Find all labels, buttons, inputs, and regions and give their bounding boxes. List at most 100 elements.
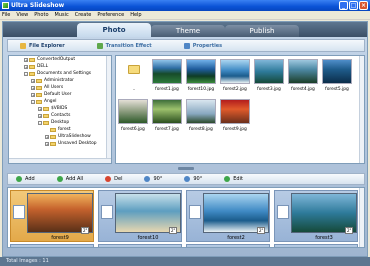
tree-item[interactable]: + DELL bbox=[24, 64, 48, 70]
file-label: forest8.jpg bbox=[189, 127, 213, 132]
folder-icon bbox=[29, 65, 35, 69]
rotate-right-button[interactable]: 90° bbox=[184, 176, 202, 182]
collapse-icon[interactable]: - bbox=[31, 100, 35, 104]
files-scrollbar[interactable] bbox=[359, 56, 364, 163]
tree-item[interactable]: - Angel bbox=[31, 99, 57, 105]
tree-item[interactable]: + ConvertedOutput bbox=[24, 57, 75, 63]
tree-item[interactable]: - Documents and Settings bbox=[24, 71, 91, 77]
add-button[interactable]: Add bbox=[16, 176, 35, 182]
menu-create[interactable]: Create bbox=[75, 12, 92, 18]
tab-publish[interactable]: Publish bbox=[225, 25, 299, 37]
expand-icon[interactable]: + bbox=[31, 86, 35, 90]
subtab-label: File Explorer bbox=[29, 42, 65, 49]
file-thumbnail[interactable] bbox=[186, 99, 216, 124]
slide-card[interactable] bbox=[98, 244, 182, 247]
folder-tree[interactable]: + ConvertedOutput + DELL - Documents and Se… bbox=[8, 55, 112, 164]
slide-toolbar: Add Add All Del 90° 90° Edit bbox=[7, 173, 365, 185]
file-thumbnail[interactable] bbox=[220, 59, 250, 84]
slide-card[interactable]: 2" forest10 bbox=[98, 190, 182, 242]
expand-icon[interactable]: + bbox=[31, 93, 35, 97]
close-button[interactable]: × bbox=[359, 1, 368, 10]
menu-file[interactable]: File bbox=[2, 12, 10, 18]
file-thumbnail[interactable] bbox=[220, 99, 250, 124]
tree-item[interactable]: + Administrator bbox=[31, 78, 74, 84]
file-browser[interactable]: .. forest1.jpg forest10.jpg forest2.jpg … bbox=[115, 55, 365, 164]
collapse-icon[interactable]: - bbox=[24, 72, 28, 76]
add-icon bbox=[16, 176, 22, 182]
tree-item[interactable]: + Unsaved Desktop bbox=[45, 141, 97, 147]
splitter-grip[interactable] bbox=[178, 167, 194, 170]
slide-name: forest3 bbox=[315, 235, 333, 241]
slide-duration[interactable]: 2" bbox=[81, 227, 90, 234]
tree-horizontal-scrollbar[interactable] bbox=[9, 158, 111, 163]
menu-help[interactable]: Help bbox=[130, 12, 141, 18]
menu-preference[interactable]: Preference bbox=[97, 12, 124, 18]
menu-photo[interactable]: Photo bbox=[34, 12, 48, 18]
folder-icon bbox=[20, 42, 26, 49]
minimize-button[interactable]: _ bbox=[339, 1, 348, 10]
tree-item[interactable]: + UltraSlideshow bbox=[45, 134, 91, 140]
expand-icon[interactable]: + bbox=[45, 142, 49, 146]
expand-icon[interactable]: + bbox=[24, 58, 28, 62]
delete-button[interactable]: Del bbox=[105, 176, 122, 182]
file-label: forest1.jpg bbox=[155, 87, 179, 92]
subtab-transition-effect[interactable]: Transition Effect bbox=[96, 42, 152, 49]
transition-icon[interactable] bbox=[189, 205, 201, 219]
tree-vertical-scrollbar[interactable] bbox=[106, 56, 111, 163]
tree-item[interactable]: + $VBIDS bbox=[38, 106, 67, 112]
parent-folder-icon[interactable] bbox=[128, 65, 140, 74]
transition-icon[interactable] bbox=[277, 205, 289, 219]
slide-strip[interactable]: 2" forest9 2" forest10 2" forest2 2" for… bbox=[7, 187, 365, 248]
delete-icon bbox=[105, 176, 112, 182]
folder-icon bbox=[36, 86, 42, 90]
transition-icon[interactable] bbox=[13, 205, 25, 219]
transition-icon[interactable] bbox=[101, 205, 113, 219]
tab-theme[interactable]: Theme bbox=[151, 25, 225, 37]
slide-card[interactable]: 2" forest3 bbox=[274, 190, 358, 242]
tree-item[interactable]: + Contacts bbox=[38, 113, 70, 119]
subtab-file-explorer[interactable]: File Explorer bbox=[20, 42, 65, 49]
tree-item[interactable]: + Default User bbox=[31, 92, 71, 98]
menu-music[interactable]: Music bbox=[55, 12, 69, 18]
expand-icon[interactable]: + bbox=[38, 107, 42, 111]
expand-icon[interactable]: + bbox=[38, 114, 42, 118]
tree-item[interactable]: - Desktop bbox=[38, 120, 69, 126]
slide-card[interactable] bbox=[274, 244, 358, 247]
slides-scrollbar[interactable] bbox=[359, 188, 364, 247]
file-thumbnail[interactable] bbox=[288, 59, 318, 84]
menu-view[interactable]: View bbox=[16, 12, 28, 18]
slide-duration[interactable]: 2" bbox=[169, 227, 178, 234]
rotate-right-icon bbox=[184, 176, 191, 182]
add-all-button[interactable]: Add All bbox=[56, 176, 83, 182]
file-thumbnail[interactable] bbox=[186, 59, 216, 84]
slide-duration[interactable]: 2" bbox=[257, 227, 266, 234]
slide-duration[interactable]: 2" bbox=[345, 227, 354, 234]
file-thumbnail[interactable] bbox=[152, 99, 182, 124]
file-label: forest10.jpg bbox=[187, 87, 215, 92]
slide-card[interactable]: 2" forest9 bbox=[10, 190, 94, 242]
expand-icon[interactable]: + bbox=[45, 135, 49, 139]
file-label: forest5.jpg bbox=[325, 87, 349, 92]
tree-item[interactable]: forest bbox=[50, 127, 71, 133]
file-thumbnail[interactable] bbox=[254, 59, 284, 84]
collapse-icon[interactable]: - bbox=[38, 121, 42, 125]
app-body: Photo Theme Publish File Explorer Transi… bbox=[2, 21, 368, 257]
slide-card[interactable] bbox=[186, 244, 270, 247]
expand-icon[interactable]: + bbox=[31, 79, 35, 83]
slide-card[interactable]: 2" forest2 bbox=[186, 190, 270, 242]
expand-icon[interactable]: + bbox=[24, 65, 28, 69]
rotate-right-label: 90° bbox=[193, 176, 203, 182]
tree-item-label: forest bbox=[58, 127, 71, 132]
file-thumbnail[interactable] bbox=[322, 59, 352, 84]
file-thumbnail[interactable] bbox=[152, 59, 182, 84]
maximize-button[interactable]: □ bbox=[349, 1, 358, 10]
properties-icon bbox=[183, 42, 190, 49]
tab-photo[interactable]: Photo bbox=[77, 23, 151, 37]
subtab-properties[interactable]: Properties bbox=[183, 42, 222, 49]
edit-button[interactable]: Edit bbox=[224, 176, 243, 182]
panel-splitter[interactable] bbox=[7, 166, 365, 171]
rotate-left-button[interactable]: 90° bbox=[144, 176, 162, 182]
file-thumbnail[interactable] bbox=[118, 99, 148, 124]
slide-card[interactable] bbox=[10, 244, 94, 247]
tree-item[interactable]: + All Users bbox=[31, 85, 63, 91]
